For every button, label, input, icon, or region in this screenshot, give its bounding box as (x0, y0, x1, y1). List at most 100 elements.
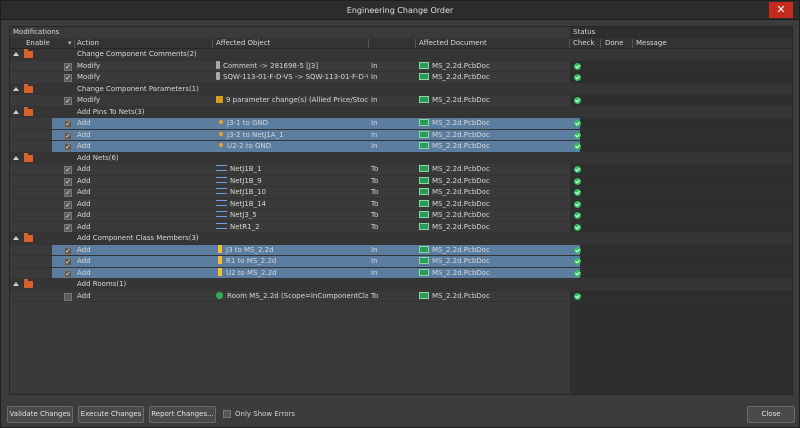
collapse-arrow-icon[interactable] (13, 109, 19, 114)
change-row[interactable]: ✓ Modify SQW-113-01-F-D-VS -> SQW-113-01-F… (10, 72, 792, 84)
collapse-arrow-icon[interactable] (13, 86, 19, 91)
collapse-arrow-icon[interactable] (13, 282, 19, 286)
affected-object-text: J3-2 to NetJ1A_1 (227, 130, 284, 139)
direction-cell: To (371, 165, 379, 173)
check-ok-icon (574, 62, 581, 70)
group-row[interactable]: Add Rooms(1) (10, 279, 792, 291)
group-row[interactable]: Change Component Comments(2) (10, 49, 792, 61)
direction-cell: To (371, 211, 379, 219)
column-affected-object[interactable]: Affected Object (216, 38, 270, 49)
direction-cell: In (371, 245, 378, 254)
change-row[interactable]: ✓ Modify Comment -> 281698-5 [J3] In MS_2.2d… (10, 60, 792, 72)
action-cell: Add (77, 119, 91, 127)
enable-checkbox[interactable]: ✓ (64, 212, 72, 220)
validate-changes-button[interactable]: Validate Changes (7, 406, 73, 423)
collapse-arrow-icon[interactable] (13, 52, 19, 56)
affected-document-cell: MS_2.2d.PcbDoc (419, 141, 490, 152)
affected-object-text: J3 to MS_2.2d (226, 245, 274, 254)
change-row[interactable]: ✓ Add NetR1_2 To MS_2.2d.PcbDoc (10, 222, 792, 233)
enable-checkbox[interactable]: ✓ (64, 62, 72, 71)
affected-object-cell: 9 parameter change(s) (Allied Price/Stoc… (216, 95, 368, 106)
enable-checkbox[interactable]: ✓ (64, 177, 72, 186)
column-check[interactable]: Check (573, 38, 595, 49)
group-label: Add Pins To Nets(3) (77, 107, 145, 116)
collapse-arrow-icon[interactable] (13, 236, 19, 240)
affected-object-text: SQW-113-01-F-D-VS -> SQW-113-01-F-D-V (223, 73, 368, 81)
affected-document-text: MS_2.2d.PcbDoc (432, 222, 490, 231)
change-row[interactable]: ✓ Add J3-2 to NetJ1A_1 In MS_2.2d.PcbDoc (10, 129, 792, 141)
group-row[interactable]: Add Nets(6) (10, 152, 792, 164)
enable-checkbox[interactable]: ✓ (64, 246, 72, 255)
column-message[interactable]: Message (636, 38, 667, 49)
eco-dialog: Engineering Change Order ✕ Modifications… (0, 0, 800, 428)
affected-object-text: NetJ1B_1 (230, 165, 262, 173)
affected-document-cell: MS_2.2d.PcbDoc (419, 245, 490, 256)
pcb-document-icon (419, 130, 429, 138)
action-cell: Add (77, 199, 91, 208)
pin-icon (219, 131, 223, 136)
group-row[interactable]: Add Pins To Nets(3) (10, 106, 792, 118)
pcb-document-icon (419, 61, 429, 69)
change-row[interactable]: ✓ Add U2-2 to GND In MS_2.2d.PcbDoc (10, 141, 792, 153)
affected-document-cell: MS_2.2d.PcbDoc (419, 72, 490, 83)
enable-checkbox[interactable]: ✓ (64, 223, 72, 232)
check-ok-icon (574, 246, 581, 254)
pcb-document-icon (419, 222, 429, 230)
change-row[interactable]: ✓ Add NetJ1B_1 To MS_2.2d.PcbDoc (10, 164, 792, 176)
affected-object-cell: J3-2 to NetJ1A_1 (216, 130, 368, 141)
pin-icon (219, 143, 223, 147)
group-row[interactable]: Add Component Class Members(3) (10, 233, 792, 245)
column-enable[interactable]: Enable (26, 38, 50, 49)
change-row[interactable]: ✓ Add J3 to MS_2.2d In MS_2.2d.PcbDoc (10, 244, 792, 256)
change-row[interactable]: ✓ Add J3-1 to GND In MS_2.2d.PcbDoc (10, 118, 792, 130)
change-row[interactable]: ✓ Add NetJ3_5 To MS_2.2d.PcbDoc (10, 210, 792, 222)
enable-checkbox[interactable]: ✓ (64, 74, 72, 82)
enable-checkbox[interactable]: ✓ (64, 166, 72, 174)
change-row[interactable]: ✓ Add Room MS_2.2d (Scope=InComponentClass… (10, 291, 792, 302)
column-affected-document[interactable]: Affected Document (419, 38, 487, 49)
column-action[interactable]: Action (77, 38, 99, 49)
action-cell: Add (77, 257, 91, 265)
affected-document-text: MS_2.2d.PcbDoc (432, 165, 490, 173)
change-row[interactable]: ✓ Add NetJ1B_10 To MS_2.2d.PcbDoc (10, 187, 792, 199)
affected-document-text: MS_2.2d.PcbDoc (432, 257, 490, 265)
pcb-document-icon (419, 199, 429, 207)
enable-checkbox[interactable]: ✓ (64, 292, 72, 301)
affected-document-cell: MS_2.2d.PcbDoc (419, 130, 490, 141)
affected-document-cell: MS_2.2d.PcbDoc (419, 256, 490, 267)
affected-object-cell: NetJ1B_9 (216, 176, 368, 187)
change-row[interactable]: ✓ Modify 9 parameter change(s) (Allied Pri… (10, 95, 792, 107)
group-label: Add Component Class Members(3) (77, 234, 199, 242)
enable-checkbox[interactable]: ✓ (64, 97, 72, 105)
change-row[interactable]: ✓ Add R1 to MS_2.2d In MS_2.2d.PcbDoc (10, 256, 792, 268)
enable-checkbox[interactable]: ✓ (64, 200, 72, 209)
collapse-arrow-icon[interactable] (13, 155, 19, 160)
enable-checkbox[interactable]: ✓ (64, 143, 72, 151)
execute-changes-button[interactable]: Execute Changes (78, 406, 144, 423)
net-icon (216, 176, 227, 183)
only-show-errors-checkbox[interactable] (223, 410, 231, 418)
enable-checkbox[interactable]: ✓ (64, 269, 72, 278)
dialog-title: Engineering Change Order (346, 6, 454, 15)
change-row[interactable]: ✓ Add NetJ1B_14 To MS_2.2d.PcbDoc (10, 199, 792, 210)
affected-object-text: NetJ1B_10 (230, 188, 267, 196)
affected-document-text: MS_2.2d.PcbDoc (432, 130, 490, 139)
direction-cell: In (371, 268, 378, 277)
enable-checkbox[interactable]: ✓ (64, 189, 72, 197)
group-row[interactable]: Change Component Parameters(1) (10, 83, 792, 95)
report-changes-button[interactable]: Report Changes... (149, 406, 216, 423)
change-row[interactable]: ✓ Add U2 to MS_2.2d In MS_2.2d.PcbDoc (10, 267, 792, 279)
sort-arrow-icon[interactable]: ▾ (68, 38, 72, 49)
enable-checkbox[interactable]: ✓ (64, 131, 72, 140)
group-label: Change Component Parameters(1) (77, 84, 199, 93)
enable-checkbox[interactable]: ✓ (64, 120, 72, 128)
action-cell: Add (77, 130, 91, 139)
net-icon (216, 199, 227, 206)
close-button[interactable]: Close (747, 406, 795, 423)
enable-checkbox[interactable]: ✓ (64, 258, 72, 266)
only-show-errors-label: Only Show Errors (235, 410, 296, 418)
pcb-document-icon (419, 291, 429, 299)
change-row[interactable]: ✓ Add NetJ1B_9 To MS_2.2d.PcbDoc (10, 176, 792, 187)
close-window-button[interactable]: ✕ (769, 2, 793, 18)
column-done[interactable]: Done (605, 38, 623, 49)
